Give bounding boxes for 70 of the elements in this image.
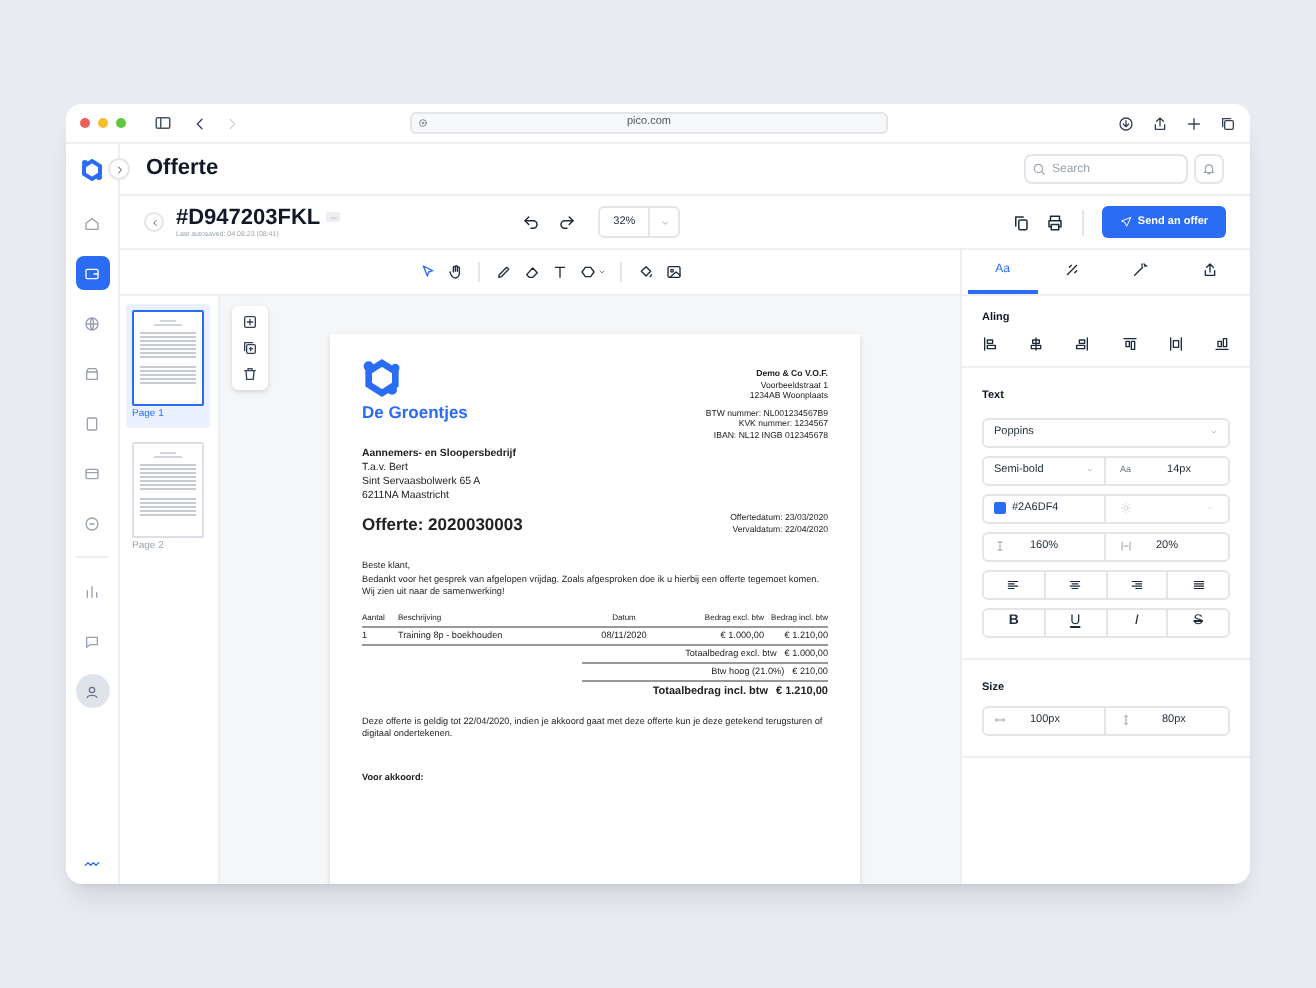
company-logo-icon: [362, 358, 402, 398]
nav-item[interactable]: [75, 674, 109, 708]
page-preview: [132, 442, 204, 538]
tool-button[interactable]: [522, 263, 540, 281]
magic-wand-icon: [1132, 262, 1149, 278]
text-icon: [551, 264, 567, 280]
tabs-icon[interactable]: [1220, 115, 1236, 131]
document-icon: [84, 265, 100, 281]
print-icon[interactable]: [1046, 213, 1064, 231]
hand-icon: [447, 264, 463, 280]
home-icon: [84, 215, 100, 231]
text-justify-icon: [1191, 577, 1206, 591]
caret-icon: [660, 217, 671, 227]
undo-icon[interactable]: [522, 213, 541, 231]
chevron-left-icon: [149, 217, 159, 227]
page-preview: [132, 310, 204, 406]
line-icon: [1063, 262, 1080, 278]
align-right-icon[interactable]: [1074, 336, 1091, 353]
tool-button[interactable]: [494, 263, 512, 281]
offer-title: Offerte: 2020030003: [362, 514, 523, 534]
paint-bucket-icon: [637, 264, 653, 280]
cursor-icon: [419, 264, 435, 280]
tool-button[interactable]: [636, 263, 654, 281]
eraser-icon: [523, 264, 539, 280]
notification-button[interactable]: [1194, 154, 1224, 184]
align-left-icon[interactable]: [982, 336, 998, 353]
bell-icon: [1202, 162, 1216, 176]
tool-button[interactable]: [578, 263, 596, 281]
chevron-right-icon: [113, 163, 125, 175]
share-icon: [1201, 262, 1218, 278]
download-icon[interactable]: [1118, 115, 1134, 131]
nav-item[interactable]: [75, 256, 109, 290]
company-name: De Groentjes: [362, 402, 468, 422]
duplicate-page-icon[interactable]: [242, 340, 258, 356]
sidebar-icon[interactable]: [154, 114, 172, 132]
coin-icon: [84, 515, 100, 531]
chart-icon: [84, 583, 100, 599]
distribute-icon[interactable]: [1167, 336, 1184, 353]
shield-icon: [418, 118, 428, 128]
tool-button[interactable]: [550, 263, 568, 281]
document-number: #D947203FKL: [176, 205, 321, 229]
align-center-icon[interactable]: [1028, 336, 1045, 353]
text-align-center-icon: [1068, 577, 1083, 591]
image-icon: [665, 264, 681, 280]
send-icon: [1119, 216, 1132, 228]
search-icon: [1032, 162, 1046, 176]
globe-icon: [84, 315, 100, 331]
user-icon: [84, 683, 100, 699]
align-top-icon[interactable]: [1121, 336, 1138, 353]
plus-icon[interactable]: [1186, 115, 1202, 131]
back-icon[interactable]: [192, 115, 208, 131]
card-icon: [84, 465, 100, 481]
chat-icon: [84, 633, 100, 649]
page-title: Offerte: [146, 154, 219, 185]
tool-button[interactable]: [664, 263, 682, 281]
copy-icon[interactable]: [1012, 213, 1030, 231]
shape-icon: [579, 264, 595, 280]
store-icon: [84, 365, 100, 381]
text-align-left-icon: [1006, 577, 1021, 591]
add-page-icon[interactable]: [242, 314, 258, 330]
trash-icon[interactable]: [242, 366, 258, 382]
logo-icon: [80, 158, 104, 182]
align-bottom-icon[interactable]: [1213, 336, 1230, 353]
brand-mark-icon: [82, 856, 102, 872]
share-icon[interactable]: [1152, 115, 1168, 131]
file-icon: [84, 415, 100, 431]
pen-icon: [495, 264, 511, 280]
tool-button[interactable]: [446, 263, 464, 281]
text-align-right-icon: [1129, 577, 1144, 591]
redo-icon[interactable]: [558, 213, 577, 231]
